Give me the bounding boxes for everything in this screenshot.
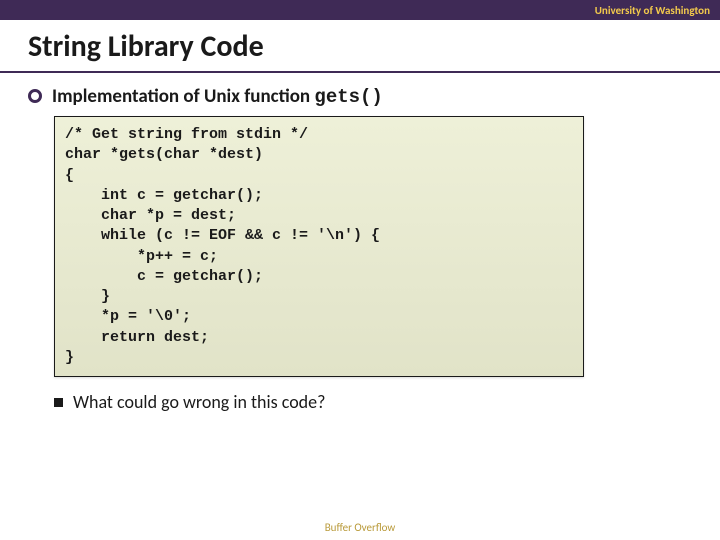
bullet1-prefix: Implementation of Unix function [52,85,314,108]
slide-title: String Library Code [28,28,692,65]
code-block: /* Get string from stdin */ char *gets(c… [54,116,584,377]
bullet-level-2: What could go wrong in this code? [54,391,692,413]
bullet1-code-token: gets() [314,86,382,108]
bullet-level-1: Implementation of Unix function gets() [28,85,692,108]
bullet1-text: Implementation of Unix function gets() [52,85,383,108]
content-area: Implementation of Unix function gets() /… [0,73,720,413]
title-area: String Library Code [0,20,720,73]
bullet2-text: What could go wrong in this code? [73,391,325,413]
circle-bullet-icon [28,89,42,103]
header-institution: University of Washington [595,4,710,17]
footer-label: Buffer Overflow [0,521,720,534]
header-bar: University of Washington [0,0,720,20]
square-bullet-icon [54,398,63,407]
